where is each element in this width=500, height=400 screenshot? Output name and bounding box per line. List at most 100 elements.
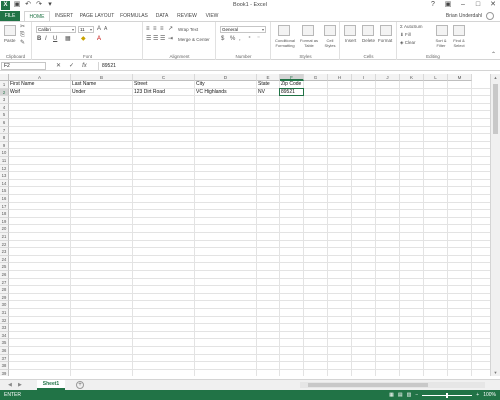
add-sheet-icon[interactable]: + xyxy=(76,381,84,389)
sort-filter-button[interactable]: Sort & Filter xyxy=(433,38,449,48)
column-header-i[interactable]: I xyxy=(352,74,376,81)
clear-button[interactable]: ◈ Clear xyxy=(400,40,415,46)
row-header-17[interactable]: 17 xyxy=(0,202,9,211)
conditional-formatting-button[interactable]: Conditional Formatting xyxy=(273,38,297,48)
paste-button[interactable]: Paste xyxy=(4,38,16,43)
row-header-30[interactable]: 30 xyxy=(0,301,9,309)
page-break-view-icon[interactable]: ▥ xyxy=(407,390,412,400)
row-header-11[interactable]: 11 xyxy=(0,157,9,165)
row-header-38[interactable]: 38 xyxy=(0,362,9,370)
cell-b2[interactable]: Under xyxy=(71,89,86,96)
row-header-7[interactable]: 7 xyxy=(0,126,9,135)
sort-filter-icon[interactable] xyxy=(436,25,448,36)
row-header-6[interactable]: 6 xyxy=(0,119,9,127)
maximize-icon[interactable]: □ xyxy=(473,1,483,9)
merge-center-button[interactable]: Merge & Center xyxy=(178,37,210,42)
normal-view-icon[interactable]: ▦ xyxy=(389,390,394,400)
row-header-21[interactable]: 21 xyxy=(0,233,9,241)
decrease-decimal-icon[interactable]: ⁻ xyxy=(257,36,260,43)
row-header-15[interactable]: 15 xyxy=(0,187,9,195)
cell-a1[interactable]: First Name xyxy=(9,81,34,88)
zoom-level[interactable]: 100% xyxy=(483,390,496,400)
number-format-select[interactable]: General ▾ xyxy=(220,26,266,33)
paste-icon[interactable] xyxy=(4,25,16,36)
tab-formulas[interactable]: FORMULAS xyxy=(119,11,149,21)
copy-icon[interactable]: ⎘ xyxy=(20,32,25,39)
increase-font-icon[interactable]: A xyxy=(97,26,101,33)
row-header-13[interactable]: 13 xyxy=(0,172,9,180)
percent-icon[interactable]: % xyxy=(230,36,235,43)
column-header-k[interactable]: K xyxy=(400,74,424,81)
conditional-formatting-icon[interactable] xyxy=(278,25,290,36)
align-left-icon[interactable]: ☰ xyxy=(146,36,151,43)
row-header-39[interactable]: 39 xyxy=(0,369,9,376)
page-layout-view-icon[interactable]: ▤ xyxy=(398,390,403,400)
prev-sheet-icon[interactable]: ◀ xyxy=(8,381,12,389)
close-icon[interactable]: ✕ xyxy=(488,1,498,9)
row-header-19[interactable]: 19 xyxy=(0,217,9,226)
row-header-29[interactable]: 29 xyxy=(0,293,9,302)
sheet-tab[interactable]: Sheet1 xyxy=(37,380,65,390)
feedback-smile-icon[interactable] xyxy=(486,12,494,20)
row-header-9[interactable]: 9 xyxy=(0,141,9,150)
cell-d1[interactable]: City xyxy=(195,81,205,88)
column-header-a[interactable]: A xyxy=(9,74,71,81)
insert-cells-icon[interactable] xyxy=(344,25,356,36)
underline-icon[interactable]: U xyxy=(53,36,57,43)
scroll-up-icon[interactable]: ▲ xyxy=(491,74,500,81)
help-icon[interactable]: ? xyxy=(428,1,438,9)
row-header-27[interactable]: 27 xyxy=(0,278,9,287)
cell-styles-icon[interactable] xyxy=(324,25,336,36)
format-as-table-button[interactable]: Format as Table xyxy=(298,38,320,48)
fill-color-icon[interactable]: ◆ xyxy=(81,36,86,43)
autosum-button[interactable]: Σ AutoSum xyxy=(400,24,423,29)
row-header-8[interactable]: 8 xyxy=(0,134,9,142)
scroll-down-icon[interactable]: ▼ xyxy=(491,369,500,376)
tab-file[interactable]: FILE xyxy=(0,11,20,21)
name-box[interactable]: F2 xyxy=(1,62,46,70)
minimize-icon[interactable]: – xyxy=(458,1,468,9)
cell-a2[interactable]: Woif xyxy=(9,89,20,96)
column-header-b[interactable]: B xyxy=(71,74,133,81)
cut-icon[interactable]: ✂ xyxy=(20,24,25,31)
font-color-icon[interactable]: A xyxy=(97,36,101,43)
indent-icon[interactable]: ⇥ xyxy=(168,36,173,43)
row-header-2[interactable]: 2 xyxy=(0,88,9,97)
italic-icon[interactable]: I xyxy=(45,36,47,43)
zoom-out-icon[interactable]: − xyxy=(415,390,418,400)
insert-function-icon[interactable]: fx xyxy=(82,62,87,70)
tab-view[interactable]: VIEW xyxy=(202,11,222,21)
row-header-14[interactable]: 14 xyxy=(0,179,9,188)
tab-page-layout[interactable]: PAGE LAYOUT xyxy=(78,11,116,21)
zoom-in-icon[interactable]: + xyxy=(476,390,479,400)
cell-c1[interactable]: Street xyxy=(133,81,147,88)
user-name[interactable]: Brian Underdahl xyxy=(446,11,482,21)
column-header-j[interactable]: J xyxy=(376,74,400,81)
vertical-scrollbar[interactable]: ▲ ▼ xyxy=(490,74,500,376)
row-header-25[interactable]: 25 xyxy=(0,263,9,271)
borders-icon[interactable]: ▦ xyxy=(65,36,71,43)
horizontal-scroll-thumb[interactable] xyxy=(308,383,428,387)
collapse-ribbon-icon[interactable]: ⌃ xyxy=(491,52,496,59)
align-center-icon[interactable]: ☰ xyxy=(153,36,158,43)
column-header-d[interactable]: D xyxy=(195,74,257,81)
align-middle-icon[interactable]: ≡ xyxy=(153,26,157,33)
cell-b1[interactable]: Last Name xyxy=(71,81,96,88)
tab-review[interactable]: REVIEW xyxy=(175,11,199,21)
comma-icon[interactable]: , xyxy=(239,36,241,43)
delete-button[interactable]: Delete xyxy=(362,38,375,43)
increase-decimal-icon[interactable]: ⁺ xyxy=(248,36,251,43)
tab-insert[interactable]: INSERT xyxy=(53,11,75,21)
row-header-33[interactable]: 33 xyxy=(0,324,9,332)
row-header-1[interactable]: 1 xyxy=(0,81,9,89)
row-header-5[interactable]: 5 xyxy=(0,111,9,119)
row-header-10[interactable]: 10 xyxy=(0,149,9,157)
row-header-28[interactable]: 28 xyxy=(0,286,9,294)
align-top-icon[interactable]: ≡ xyxy=(146,26,150,33)
row-header-22[interactable]: 22 xyxy=(0,240,9,249)
row-header-37[interactable]: 37 xyxy=(0,354,9,363)
row-header-18[interactable]: 18 xyxy=(0,210,9,218)
font-name-select[interactable]: Calibri ▾ xyxy=(36,26,76,33)
row-header-32[interactable]: 32 xyxy=(0,316,9,325)
column-header-l[interactable]: L xyxy=(424,74,448,81)
